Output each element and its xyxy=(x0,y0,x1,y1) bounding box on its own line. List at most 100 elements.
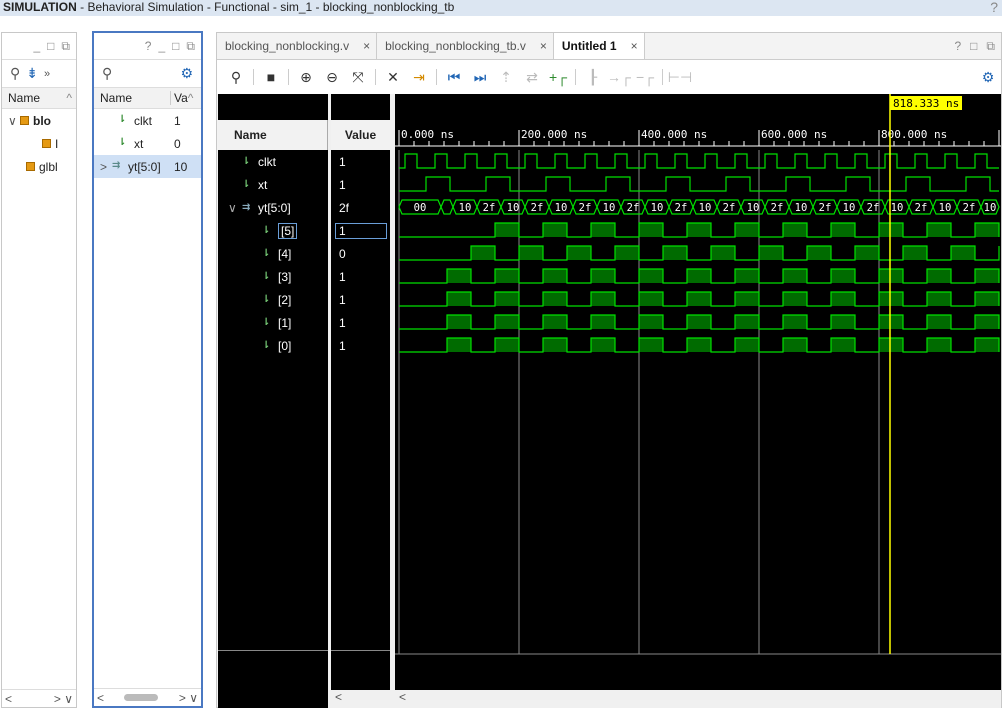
save-icon[interactable]: ■ xyxy=(258,69,284,85)
scope-row[interactable]: glbl xyxy=(2,155,76,178)
wave-signal-row[interactable]: ⇂ [3] xyxy=(218,265,328,288)
minimize-icon[interactable]: _ xyxy=(33,39,40,53)
wave-signal-name: yt[5:0] xyxy=(258,200,291,215)
close-icon[interactable]: × xyxy=(540,39,547,53)
scroll-left-icon[interactable]: < xyxy=(5,692,12,706)
more-icon[interactable]: » xyxy=(44,68,50,80)
wave-name-column: Name ⇂ clkt ⇂ xt ∨ ⇉ yt[5:0] ⇂ [5] ⇂ [4] ⇂ [3] ⇂ [2] ⇂ [… xyxy=(218,94,328,708)
tab-blocking-nonblocking-v[interactable]: blocking_nonblocking.v × xyxy=(217,33,378,59)
search-icon[interactable]: ⚲ xyxy=(223,69,249,86)
wave-signal-row[interactable]: ⇂ [0] xyxy=(218,334,328,357)
wave-high-fill xyxy=(879,338,903,352)
wave-signal-row[interactable]: ⇂ [2] xyxy=(218,288,328,311)
close-icon[interactable]: × xyxy=(631,39,638,53)
collapse-icon[interactable]: ∨ xyxy=(228,201,242,215)
expand-icon[interactable]: ∨ xyxy=(8,114,20,128)
bus-value-label: 2f xyxy=(531,202,544,214)
wave-signal-row[interactable]: ⇂ clkt xyxy=(218,150,328,173)
wave-signal-row[interactable]: ⇂ xt xyxy=(218,173,328,196)
close-icon[interactable]: × xyxy=(363,39,370,53)
goto-time-0-icon[interactable]: ⇥ xyxy=(406,69,432,86)
swap-cursors-icon[interactable]: ⇄ xyxy=(519,69,545,86)
wave-signal-row[interactable]: ⇂ [1] xyxy=(218,311,328,334)
scroll-right-icon[interactable]: > xyxy=(54,692,61,706)
bus-value-label: 10 xyxy=(984,202,997,214)
wave-high-fill xyxy=(543,269,567,283)
wave-high-fill xyxy=(975,292,999,306)
settings-gear-icon[interactable]: ⚙ xyxy=(180,65,193,82)
scroll-down-icon[interactable]: ∨ xyxy=(189,691,198,705)
scroll-left-icon[interactable]: < xyxy=(97,691,104,705)
wave-high-fill xyxy=(735,292,759,306)
scroll-left-icon[interactable]: < xyxy=(395,690,1001,708)
object-row[interactable]: ⇂ xt 0 xyxy=(94,132,201,155)
wave-high-fill xyxy=(447,269,471,283)
wave-high-fill xyxy=(927,292,951,306)
time-tick-label: 600.000 ns xyxy=(761,128,827,141)
scope-row[interactable]: ∨ blo xyxy=(2,109,76,132)
help-icon[interactable]: ? xyxy=(954,39,961,53)
wave-high-fill xyxy=(543,338,567,352)
wave-high-fill xyxy=(735,338,759,352)
wave-signal-row[interactable]: ∨ ⇉ yt[5:0] xyxy=(218,196,328,219)
h-scrollbar-thumb[interactable] xyxy=(124,694,159,701)
signal-icon: ⇂ xyxy=(242,179,251,190)
maximize-icon[interactable]: □ xyxy=(47,39,54,53)
float-icon[interactable]: ⧉ xyxy=(186,39,195,54)
goto-cursor-icon[interactable]: ✕ xyxy=(380,69,406,86)
search-icon[interactable]: ⚲ xyxy=(102,65,112,82)
scroll-right-icon[interactable]: > xyxy=(179,691,186,705)
delete-marker-icon[interactable]: −┌ xyxy=(632,69,658,85)
next-marker-icon[interactable]: →┌ xyxy=(606,69,632,85)
tab-untitled-1[interactable]: Untitled 1 × xyxy=(553,33,645,59)
scroll-left-icon[interactable]: < xyxy=(331,690,390,708)
collapse-all-icon[interactable]: ⇟ xyxy=(26,65,38,82)
wave-high-fill xyxy=(783,292,807,306)
zoom-in-icon[interactable]: ⊕ xyxy=(293,69,319,86)
maximize-icon[interactable]: □ xyxy=(970,39,977,53)
bus-value-label: 10 xyxy=(699,202,712,214)
wave-signal-value: 2f xyxy=(339,200,350,215)
add-marker-icon[interactable]: ⇡ xyxy=(493,69,519,86)
float-icon[interactable]: ⧉ xyxy=(61,39,70,54)
add-marker-plus-icon[interactable]: +┌ xyxy=(545,69,571,85)
wave-high-fill xyxy=(687,269,711,283)
snap-to-transition-icon[interactable]: ⊢⊣ xyxy=(667,69,693,86)
maximize-icon[interactable]: □ xyxy=(172,39,179,53)
wave-high-fill xyxy=(447,292,471,306)
bus-value-label: 2f xyxy=(675,202,688,214)
signal-icon: ⇂ xyxy=(262,225,271,236)
search-icon[interactable]: ⚲ xyxy=(10,65,20,82)
object-row[interactable]: ⇂ clkt 1 xyxy=(94,109,201,132)
previous-marker-icon[interactable]: ┠ xyxy=(580,69,606,86)
scope-row[interactable]: I xyxy=(2,132,76,155)
module-icon xyxy=(26,162,35,171)
wave-high-fill xyxy=(591,223,615,237)
wave-high-fill xyxy=(543,315,567,329)
float-icon[interactable]: ⧉ xyxy=(986,39,995,54)
help-icon[interactable]: ? xyxy=(145,39,152,53)
previous-transition-icon[interactable]: ⏮ xyxy=(441,69,467,86)
bus-value-label: 2f xyxy=(867,202,880,214)
zoom-out-icon[interactable]: ⊖ xyxy=(319,69,345,86)
object-row-selected[interactable]: > ⇉ yt[5:0] 10 xyxy=(94,155,201,178)
scroll-down-icon[interactable]: ∨ xyxy=(64,692,73,706)
title-mode: SIMULATION xyxy=(3,0,77,14)
waveform-graph[interactable]: 0.000 ns 200.000 ns 400.000 ns 600.000 ns 80… xyxy=(395,94,1001,690)
module-icon xyxy=(20,116,29,125)
minimize-icon[interactable]: _ xyxy=(158,39,165,53)
zoom-fit-icon[interactable]: ⤧ xyxy=(345,69,371,86)
next-transition-icon[interactable]: ⏭ xyxy=(467,69,493,86)
expand-icon[interactable]: > xyxy=(100,160,112,174)
cursor-time-label: 818.333 ns xyxy=(893,97,959,110)
waveform-pane[interactable]: 0.000 ns 200.000 ns 400.000 ns 600.000 ns 80… xyxy=(395,94,1001,708)
tab-blocking-nonblocking-tb-v[interactable]: blocking_nonblocking_tb.v × xyxy=(377,33,554,59)
scope-label: I xyxy=(55,136,59,151)
wave-high-fill xyxy=(495,269,519,283)
wave-signal-name: [1] xyxy=(278,315,292,330)
wave-high-fill xyxy=(927,338,951,352)
wave-signal-row[interactable]: ⇂ [5] xyxy=(218,219,328,242)
settings-gear-icon[interactable]: ⚙ xyxy=(975,69,1001,86)
wave-signal-row[interactable]: ⇂ [4] xyxy=(218,242,328,265)
help-icon[interactable]: ? xyxy=(990,0,998,15)
